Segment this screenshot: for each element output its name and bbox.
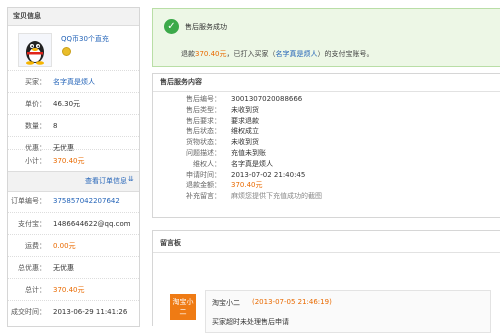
refund-amount: 370.40元: [195, 50, 227, 58]
check-icon: ✓: [164, 19, 179, 34]
subtotal-row: 小计： 370.40元: [8, 149, 139, 172]
row-value: 370.40元: [53, 157, 85, 165]
message-text: 买家超时未处理售后申请: [212, 318, 289, 326]
detail-value: 未收到货: [231, 105, 259, 114]
product-thumbnail[interactable]: [18, 33, 52, 67]
message-time: (2013-07-05 21:46:19): [252, 298, 332, 306]
detail-value: 麻烦您提供下充值成功的截图: [231, 192, 322, 201]
product-info-panel: 宝贝信息 QQ币30个直充 买家： 名字真是烦人 单价： 46.30元 数量： …: [7, 7, 140, 327]
success-description: 退款370.40元，已打入买家（名字真是烦人）的支付宝账号。: [181, 49, 374, 59]
row-label: 成交时间：: [11, 308, 46, 316]
service-content-title: 售后服务内容: [153, 74, 500, 92]
detail-value: 要求退款: [231, 116, 259, 125]
detail-value: 2013-07-02 21:40:45: [231, 170, 306, 179]
order-number-row: 订单编号： 375857042207642: [8, 190, 139, 212]
total-discount-row: 总优惠： 无优惠: [8, 256, 139, 279]
deal-time-row: 成交时间： 2013-06-29 11:41:26: [8, 300, 139, 323]
row-value: 无优惠: [53, 264, 74, 272]
detail-row: 售后编号： 3001307020088666: [153, 94, 500, 105]
row-label: 总计：: [25, 286, 46, 294]
service-content-panel: 售后服务内容 售后编号： 3001307020088666 售后类型： 未收到货 售…: [152, 73, 500, 218]
row-value: 0.00元: [53, 242, 76, 250]
avatar: 淘宝小二: [170, 294, 196, 320]
alipay-row: 支付宝： 1486644622@qq.com: [8, 212, 139, 235]
view-order-link[interactable]: 查看订单信息: [85, 176, 127, 186]
main-content: ✓ 售后服务成功 退款370.40元，已打入买家（名字真是烦人）的支付宝账号。 …: [147, 0, 500, 333]
desc-prefix: 退款: [181, 50, 195, 58]
buyer-row: 买家： 名字真是烦人: [8, 70, 139, 93]
order-number-link[interactable]: 375857042207642: [53, 190, 120, 212]
row-value: 46.30元: [53, 100, 81, 108]
row-value: 1486644622@qq.com: [53, 220, 131, 228]
detail-label: 问题描述：: [186, 148, 221, 157]
message-author: 淘宝小二: [212, 299, 240, 307]
detail-label: 售后要求：: [186, 116, 221, 125]
message-board-title: 留言板: [153, 235, 500, 253]
row-value: 370.40元: [53, 286, 85, 294]
success-banner: ✓ 售后服务成功 退款370.40元，已打入买家（名字真是烦人）的支付宝账号。: [152, 8, 500, 67]
detail-row: 退款金额： 370.40元: [153, 180, 500, 191]
detail-row: 货物状态： 未收到货: [153, 137, 500, 148]
detail-row: 售后类型： 未收到货: [153, 105, 500, 116]
message-card: 淘宝小二 (2013-07-05 21:46:19) 买家超时未处理售后申请: [205, 290, 491, 333]
success-title: 售后服务成功: [185, 23, 227, 31]
detail-row: 售后状态： 维权成立: [153, 126, 500, 137]
message-board-panel: 留言板 淘宝小二 淘宝小二 (2013-07-05 21:46:19) 买家超时…: [152, 230, 500, 333]
row-label: 订单编号：: [11, 197, 46, 205]
double-chevron-down-icon: ⇊: [128, 175, 134, 183]
panel-title: 宝贝信息: [8, 8, 139, 26]
detail-row: 问题描述： 充值未到账: [153, 148, 500, 159]
detail-value: 维权成立: [231, 127, 259, 136]
detail-label: 售后状态：: [186, 127, 221, 136]
desc-mid: ，已打入买家（: [226, 50, 276, 58]
quantity-row: 数量： 8: [8, 114, 139, 137]
detail-label: 货物状态：: [186, 138, 221, 147]
detail-value: 370.40元: [231, 181, 263, 190]
buyer-name-link[interactable]: 名字真是烦人: [53, 71, 95, 93]
row-label: 买家：: [25, 78, 46, 86]
desc-suffix: ）的支付宝账号。: [317, 50, 374, 58]
detail-label: 维权人：: [193, 159, 221, 168]
row-value: 2013-06-29 11:41:26: [53, 308, 128, 316]
detail-label: 售后编号：: [186, 95, 221, 103]
shipping-row: 运费： 0.00元: [8, 234, 139, 257]
row-label: 支付宝：: [18, 220, 46, 228]
view-order-toggle[interactable]: 查看订单信息 ⇊: [8, 171, 139, 192]
detail-label: 售后类型：: [186, 105, 221, 114]
product-summary: QQ币30个直充: [8, 30, 139, 70]
product-name-link[interactable]: QQ币30个直充: [61, 34, 109, 44]
detail-value: 名字真是烦人: [231, 159, 273, 168]
row-label: 单价：: [25, 100, 46, 108]
row-label: 运费：: [25, 242, 46, 250]
row-label: 总优惠：: [18, 264, 46, 272]
detail-value: 充值未到账: [231, 148, 266, 157]
detail-row: 维权人： 名字真是烦人: [153, 159, 500, 170]
seller-level-icon: [62, 47, 71, 56]
detail-value: 3001307020088666: [231, 95, 303, 103]
total-row: 总计： 370.40元: [8, 278, 139, 301]
qq-penguin-icon: [26, 41, 44, 65]
detail-value: 未收到货: [231, 138, 259, 147]
detail-label: 申请时间：: [186, 170, 221, 179]
service-detail-list: 售后编号： 3001307020088666 售后类型： 未收到货 售后要求： 要求退…: [153, 94, 500, 202]
detail-row: 售后要求： 要求退款: [153, 116, 500, 127]
row-label: 数量：: [25, 122, 46, 130]
row-label: 小计：: [25, 157, 46, 165]
detail-label: 补充留言：: [186, 192, 221, 201]
unit-price-row: 单价： 46.30元: [8, 92, 139, 115]
detail-row: 补充留言： 麻烦您提供下充值成功的截图: [153, 191, 500, 202]
buyer-link[interactable]: 名字真是烦人: [276, 50, 318, 58]
detail-row: 申请时间： 2013-07-02 21:40:45: [153, 170, 500, 181]
detail-label: 退款金额：: [186, 181, 221, 190]
row-value: 8: [53, 122, 58, 130]
